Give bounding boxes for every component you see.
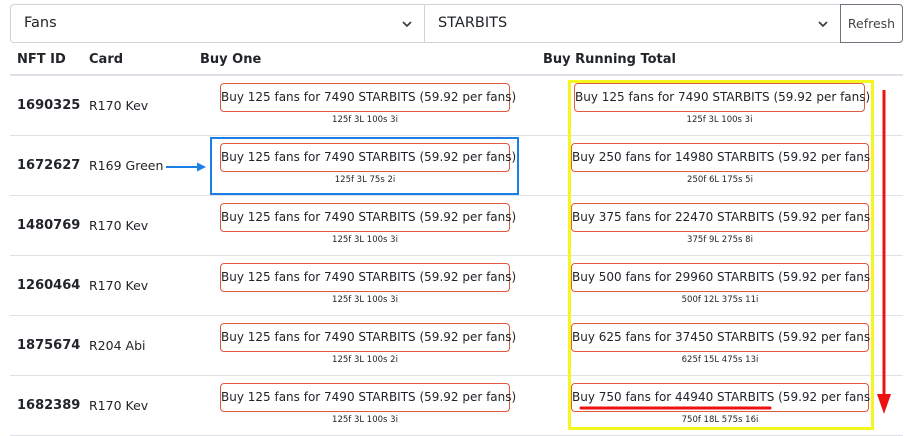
card-name: R170 Kev xyxy=(89,398,149,413)
buy-one-button[interactable]: Buy 125 fans for 7490 STARBITS (59.92 pe… xyxy=(220,263,516,292)
highlight-box-blue xyxy=(210,137,519,195)
chevron-down-icon xyxy=(818,21,828,28)
currency-select-value: STARBITS xyxy=(438,15,508,31)
chevron-down-icon xyxy=(402,21,412,28)
buy-one-detail: 125f 3L 100s 3i xyxy=(332,415,398,425)
nft-id: 1690325 xyxy=(17,98,81,113)
nft-id: 1875674 xyxy=(17,338,81,353)
type-select[interactable]: Fans xyxy=(10,4,425,43)
refresh-button[interactable]: Refresh xyxy=(840,4,903,43)
type-select-value: Fans xyxy=(24,15,57,31)
card-name: R170 Kev xyxy=(89,98,149,113)
buy-one-button[interactable]: Buy 125 fans for 7490 STARBITS (59.92 pe… xyxy=(220,383,516,412)
buy-one-detail: 125f 3L 100s 3i xyxy=(332,295,398,305)
toolbar: Fans STARBITS Refresh xyxy=(10,4,903,43)
buy-one-button[interactable]: Buy 125 fans for 7490 STARBITS (59.92 pe… xyxy=(220,203,516,232)
column-header-nft-id: NFT ID xyxy=(17,52,66,67)
buy-one-detail: 125f 3L 100s 3i xyxy=(332,115,398,125)
card-name: R204 Abi xyxy=(89,338,146,353)
nft-id: 1260464 xyxy=(17,278,81,293)
nft-id: 1682389 xyxy=(17,398,81,413)
column-header-card: Card xyxy=(89,52,124,67)
buy-one-detail: 125f 3L 100s 2i xyxy=(332,355,398,365)
currency-select[interactable]: STARBITS xyxy=(425,4,841,43)
card-name: R169 Green xyxy=(89,158,164,173)
highlight-box-yellow xyxy=(568,80,874,430)
buy-one-detail: 125f 3L 100s 3i xyxy=(332,235,398,245)
card-name: R170 Kev xyxy=(89,218,149,233)
card-name: R170 Kev xyxy=(89,278,149,293)
buy-one-button[interactable]: Buy 125 fans for 7490 STARBITS (59.92 pe… xyxy=(220,323,516,352)
buy-one-button[interactable]: Buy 125 fans for 7490 STARBITS (59.92 pe… xyxy=(220,83,516,112)
column-header-buy-one: Buy One xyxy=(200,52,262,67)
column-header-buy-running-total: Buy Running Total xyxy=(543,52,676,67)
nft-id: 1480769 xyxy=(17,218,81,233)
nft-id: 1672627 xyxy=(17,158,81,173)
